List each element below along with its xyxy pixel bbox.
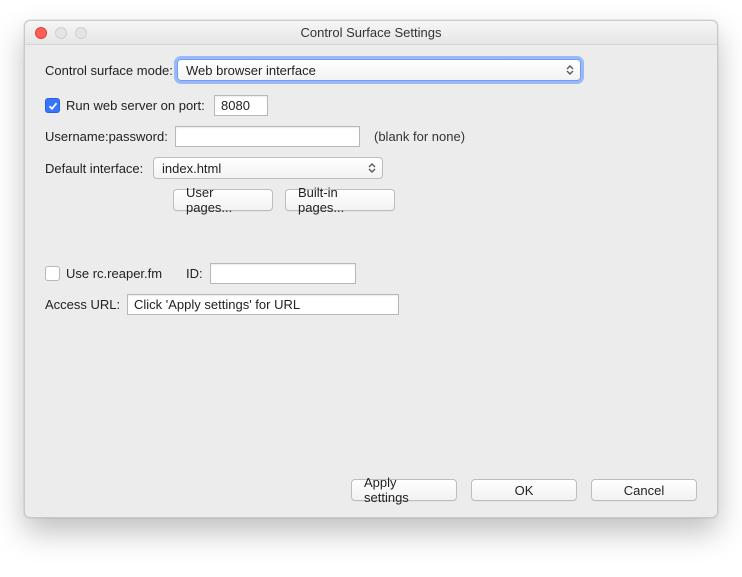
port-input[interactable] xyxy=(214,95,268,116)
auth-label: Username:password: xyxy=(45,129,175,144)
footer-buttons: Apply settings OK Cancel xyxy=(351,479,697,501)
mode-label: Control surface mode: xyxy=(45,63,177,78)
content-area: Control surface mode: Web browser interf… xyxy=(25,45,717,517)
rc-row: Use rc.reaper.fm ID: xyxy=(45,263,697,284)
ok-button[interactable]: OK xyxy=(471,479,577,501)
access-url-input[interactable] xyxy=(127,294,399,315)
run-server-label: Run web server on port: xyxy=(66,98,214,113)
window-title: Control Surface Settings xyxy=(25,25,717,40)
builtin-pages-button[interactable]: Built-in pages... xyxy=(285,189,395,211)
interface-select-value: index.html xyxy=(162,161,221,176)
mode-row: Control surface mode: Web browser interf… xyxy=(45,59,697,81)
rc-id-label: ID: xyxy=(186,266,210,281)
auth-row: Username:password: (blank for none) xyxy=(45,126,697,147)
mode-select-value: Web browser interface xyxy=(186,63,316,78)
interface-select[interactable]: index.html xyxy=(153,157,383,179)
auth-hint: (blank for none) xyxy=(374,129,465,144)
run-server-checkbox[interactable] xyxy=(45,98,60,113)
port-row: Run web server on port: xyxy=(45,95,697,116)
user-pages-button[interactable]: User pages... xyxy=(173,189,273,211)
access-url-row: Access URL: xyxy=(45,294,697,315)
check-icon xyxy=(48,101,58,111)
settings-window: Control Surface Settings Control surface… xyxy=(24,20,718,518)
auth-input[interactable] xyxy=(175,126,360,147)
pages-buttons-row: User pages... Built-in pages... xyxy=(173,189,697,211)
rc-checkbox[interactable] xyxy=(45,266,60,281)
mode-select[interactable]: Web browser interface xyxy=(177,59,581,81)
rc-id-input[interactable] xyxy=(210,263,356,284)
apply-button[interactable]: Apply settings xyxy=(351,479,457,501)
rc-label: Use rc.reaper.fm xyxy=(66,266,186,281)
interface-row: Default interface: index.html xyxy=(45,157,697,179)
cancel-button[interactable]: Cancel xyxy=(591,479,697,501)
access-url-label: Access URL: xyxy=(45,297,127,312)
chevron-updown-icon xyxy=(368,158,376,178)
interface-label: Default interface: xyxy=(45,161,153,176)
titlebar: Control Surface Settings xyxy=(25,21,717,45)
chevron-updown-icon xyxy=(566,60,574,80)
